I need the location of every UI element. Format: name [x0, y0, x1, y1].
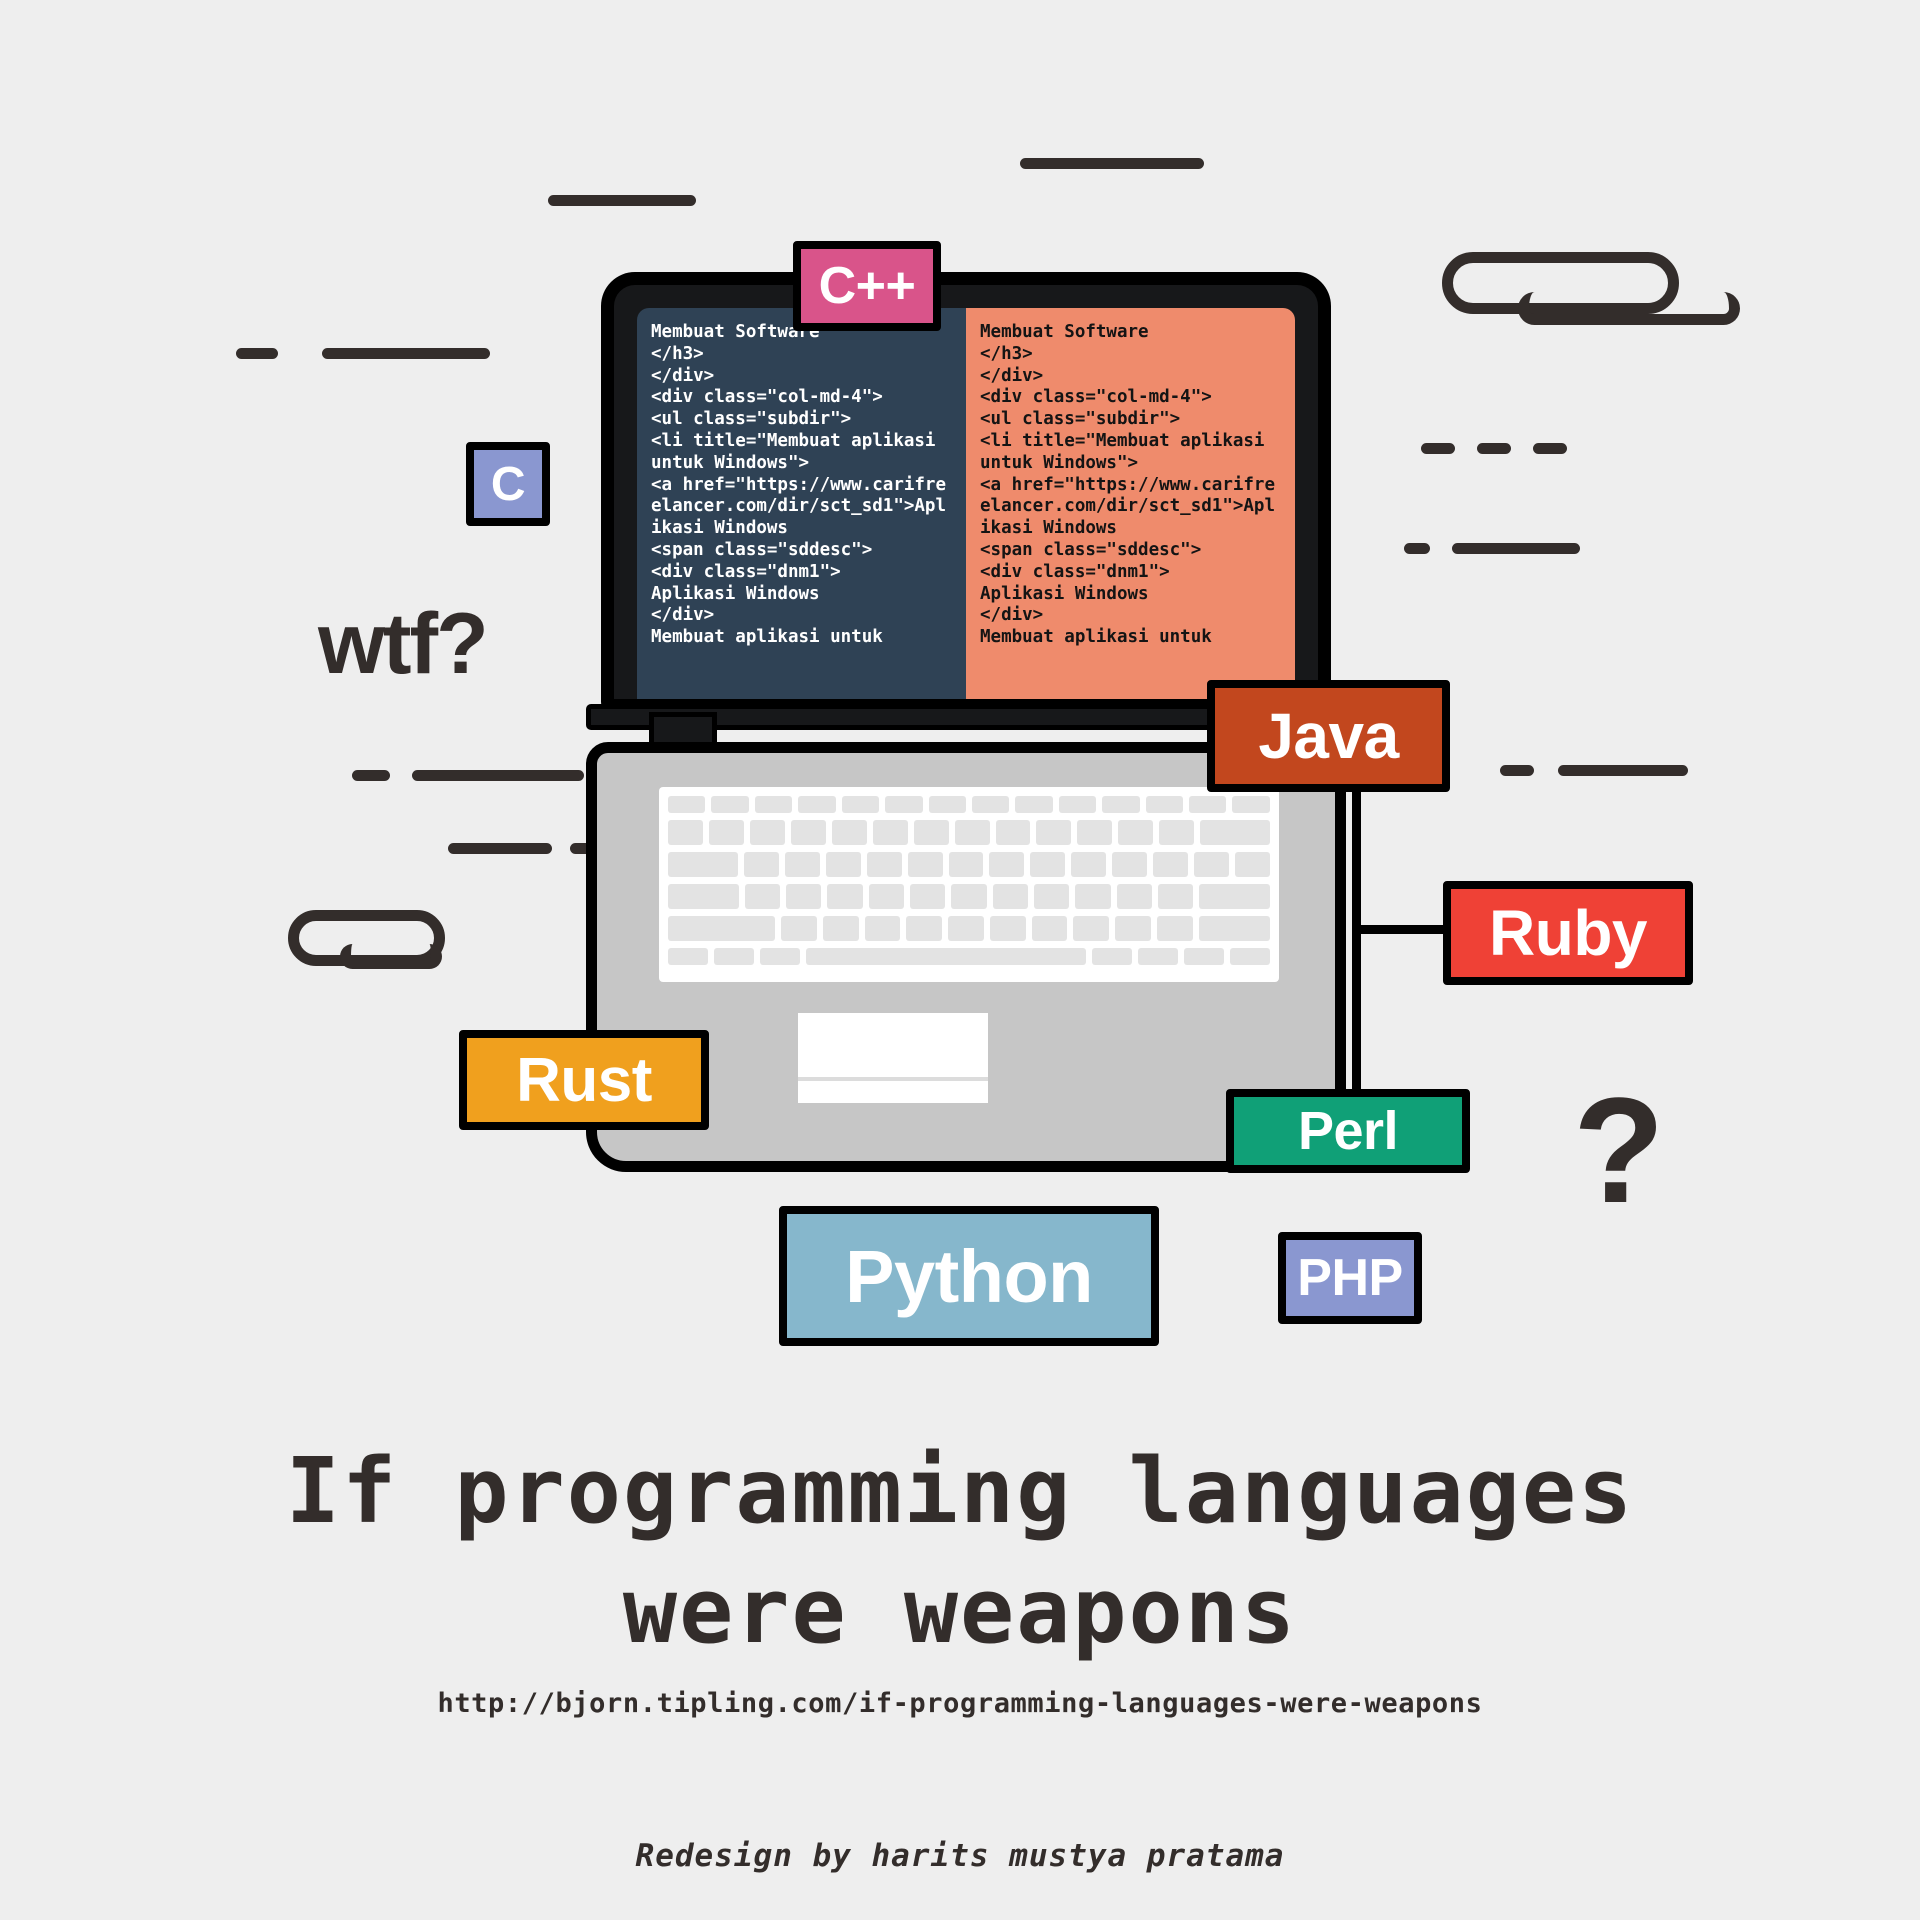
credit-line: Redesign by harits mustya pratama — [635, 1838, 1285, 1874]
language-badge-cpp[interactable]: C++ — [793, 241, 941, 331]
language-badge-rust-label: Rust — [516, 1045, 652, 1115]
question-mark-annotation: ? — [1573, 1066, 1665, 1234]
decorative-dash — [1020, 158, 1204, 169]
language-badge-rust[interactable]: Rust — [459, 1030, 709, 1130]
language-badge-java[interactable]: Java — [1207, 680, 1450, 792]
language-badge-java-label: Java — [1258, 700, 1399, 772]
laptop-keyboard — [659, 787, 1279, 982]
decorative-loop — [1518, 292, 1740, 325]
language-badge-perl[interactable]: Perl — [1226, 1089, 1470, 1173]
language-badge-python-label: Python — [845, 1234, 1093, 1318]
decorative-dash — [412, 770, 584, 781]
code-pane-left: Membuat Software </h3> </div> <div class… — [637, 308, 966, 699]
laptop-screen: Membuat Software </h3> </div> <div class… — [637, 308, 1295, 699]
language-badge-perl-label: Perl — [1297, 1101, 1399, 1161]
decorative-dash — [1404, 543, 1430, 554]
laptop-trackpad — [794, 1009, 992, 1107]
decorative-dash — [1477, 443, 1511, 454]
decorative-dash — [322, 348, 490, 359]
language-badge-ruby[interactable]: Ruby — [1443, 881, 1693, 985]
language-badge-python[interactable]: Python — [779, 1206, 1159, 1346]
decorative-loop — [340, 944, 442, 969]
language-badge-php[interactable]: PHP — [1278, 1232, 1422, 1324]
badge-connector-java — [1352, 790, 1361, 1110]
code-pane-right: Membuat Software </h3> </div> <div class… — [966, 308, 1295, 699]
page-title: If programming languages were weapons — [0, 1432, 1920, 1672]
language-badge-cpp-label: C++ — [818, 257, 916, 315]
laptop-lid: Membuat Software </h3> </div> <div class… — [601, 272, 1331, 712]
decorative-dash — [1452, 543, 1580, 554]
language-badge-ruby-label: Ruby — [1489, 897, 1648, 969]
decorative-dash — [448, 843, 552, 854]
language-badge-c-label: C — [490, 457, 526, 511]
wtf-annotation: wtf? — [318, 596, 489, 692]
language-badge-php-label: PHP — [1297, 1249, 1403, 1307]
language-badge-c[interactable]: C — [466, 442, 550, 526]
decorative-dash — [1558, 765, 1688, 776]
decorative-dash — [1421, 443, 1455, 454]
decorative-dash — [1533, 443, 1567, 454]
page-title-line-1: If programming languages — [285, 1439, 1635, 1544]
decorative-dash — [1500, 765, 1534, 776]
decorative-dash — [548, 195, 696, 206]
page-title-line-2: were weapons — [622, 1559, 1298, 1664]
decorative-dash — [236, 348, 278, 359]
decorative-dash — [352, 770, 390, 781]
poster-canvas: Membuat Software </h3> </div> <div class… — [0, 0, 1920, 1920]
source-url: http://bjorn.tipling.com/if-programming-… — [437, 1688, 1483, 1719]
